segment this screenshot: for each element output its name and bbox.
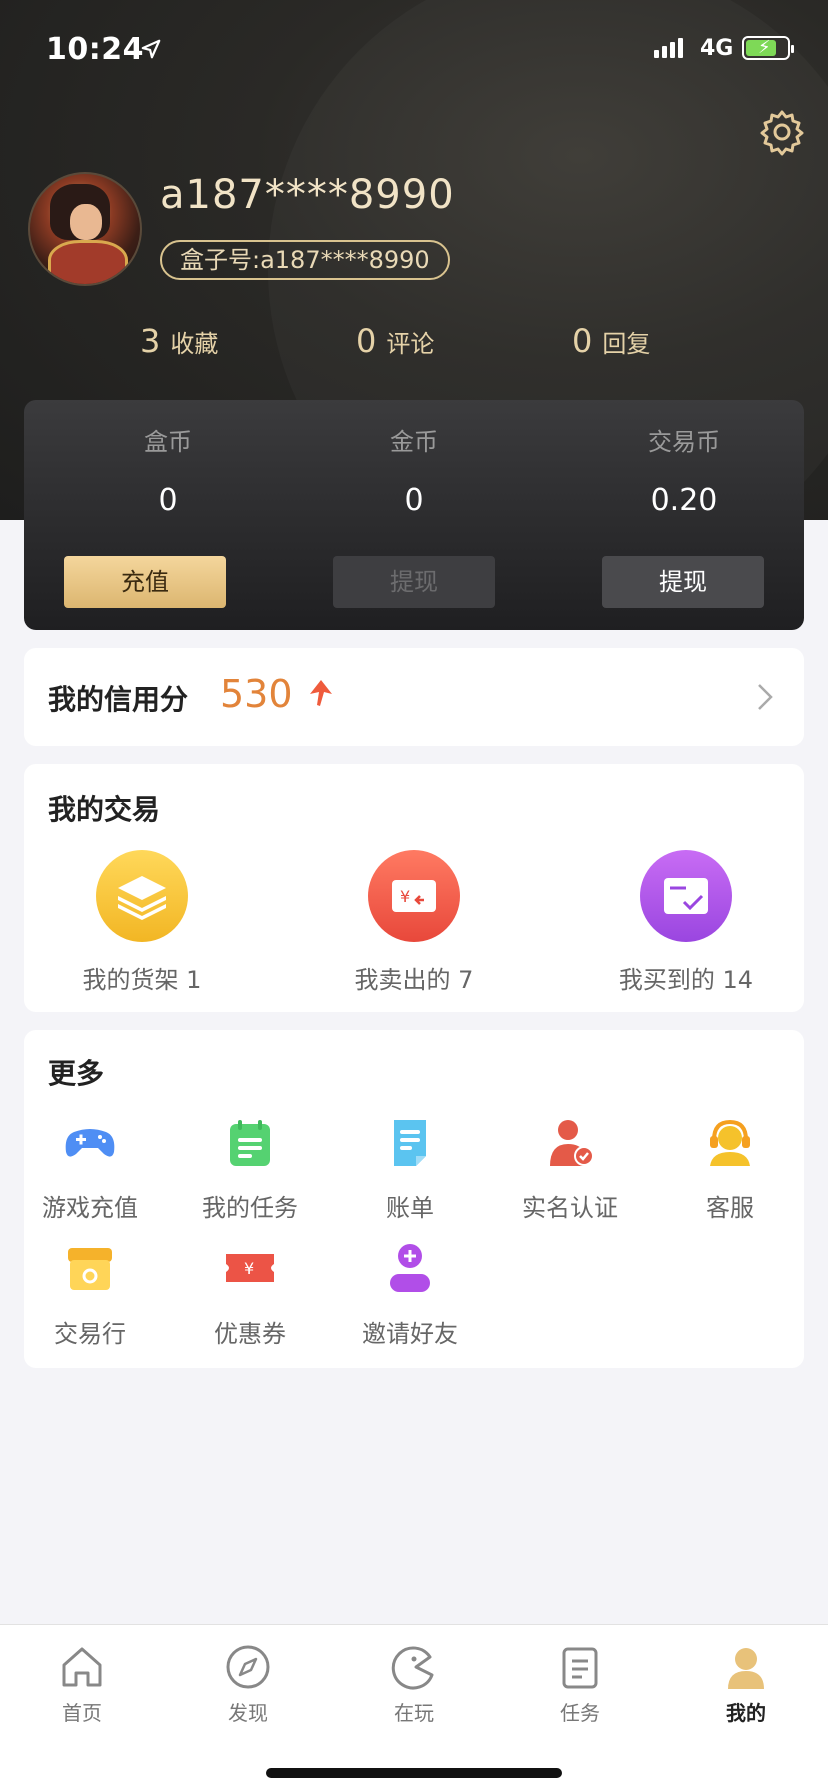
svg-text:¥: ¥ [244,1259,254,1278]
bought-icon [640,850,732,942]
tab-profile[interactable]: 我的 [686,1643,806,1726]
stat-comments[interactable]: 0 评论 [356,322,434,360]
more-item-coupon[interactable]: ¥ 优惠券 [180,1240,320,1349]
my-trades-section: 我的交易 我的货架 1 ¥ 我卖出的 7 我买到的 14 [24,764,804,1012]
more-item-my-tasks[interactable]: 我的任务 [180,1114,320,1223]
wallet-gold-coins: 金币 0 [390,428,438,518]
status-bar: 10:24 4G ⚡ [0,28,828,72]
stack-icon [96,850,188,942]
compass-icon [224,1643,272,1691]
more-item-verify[interactable]: 实名认证 [500,1114,640,1223]
more-item-bill[interactable]: 账单 [340,1114,480,1223]
more-title: 更多 [48,1057,105,1090]
playing-icon [390,1643,438,1691]
task-list-icon [556,1643,604,1691]
more-section: 更多 游戏充值 我的任务 账单 实名认证 客服 交易行 ¥ 优惠券 邀请好友 [24,1030,804,1368]
bill-icon [382,1114,438,1170]
stat-favorites[interactable]: 3 收藏 [140,322,218,360]
tab-playing[interactable]: 在玩 [354,1643,474,1726]
wallet-trade-coins: 交易币 0.20 [648,428,720,518]
username: a187****8990 [160,172,455,218]
box-id-badge[interactable]: 盒子号:a187****8990 [160,240,450,280]
avatar[interactable] [28,172,142,286]
tab-tasks[interactable]: 任务 [520,1643,640,1726]
svg-text:¥: ¥ [400,887,410,906]
home-indicator [266,1768,562,1778]
tab-home[interactable]: 首页 [22,1643,142,1726]
battery-icon: ⚡ [742,36,794,60]
more-item-customer-service[interactable]: 客服 [660,1114,800,1223]
bottom-tab-bar: 首页 发现 在玩 任务 我的 [0,1624,828,1792]
arrow-up-icon [310,680,332,706]
gear-icon[interactable] [758,108,806,156]
task-icon [222,1114,278,1170]
wallet-box-coins: 盒币 0 [144,428,192,518]
recharge-button[interactable]: 充值 [64,556,226,608]
withdraw-trade-button[interactable]: 提现 [602,556,764,608]
more-item-game-recharge[interactable]: 游戏充值 [20,1114,160,1223]
credit-score-row[interactable]: 我的信用分 530 [24,648,804,746]
trade-bought[interactable]: 我买到的 14 [586,850,786,995]
invite-icon [382,1240,438,1296]
coupon-icon: ¥ [222,1240,278,1296]
home-icon [58,1643,106,1691]
more-item-market[interactable]: 交易行 [20,1240,160,1349]
gamepad-icon [62,1114,118,1170]
verify-icon [542,1114,598,1170]
service-icon [702,1114,758,1170]
profile-icon [722,1643,770,1691]
trade-shelf[interactable]: 我的货架 1 [42,850,242,995]
credit-title: 我的信用分 [48,683,189,716]
wallet-card: 盒币 0 金币 0 交易币 0.20 充值 提现 提现 [24,400,804,630]
trade-sold[interactable]: ¥ 我卖出的 7 [314,850,514,995]
location-arrow-icon [141,39,161,59]
stat-replies[interactable]: 0 回复 [572,322,650,360]
credit-score: 530 [220,672,293,716]
stats-row: 3 收藏 0 评论 0 回复 [0,322,828,368]
more-item-invite[interactable]: 邀请好友 [340,1240,480,1349]
sold-icon: ¥ [368,850,460,942]
status-time: 10:24 [46,32,144,67]
withdraw-gold-button[interactable]: 提现 [333,556,495,608]
trades-title: 我的交易 [48,793,161,826]
tab-discover[interactable]: 发现 [188,1643,308,1726]
signal-icon [654,38,683,58]
chevron-right-icon [758,684,773,710]
network-type: 4G [700,36,734,61]
market-icon [62,1240,118,1296]
